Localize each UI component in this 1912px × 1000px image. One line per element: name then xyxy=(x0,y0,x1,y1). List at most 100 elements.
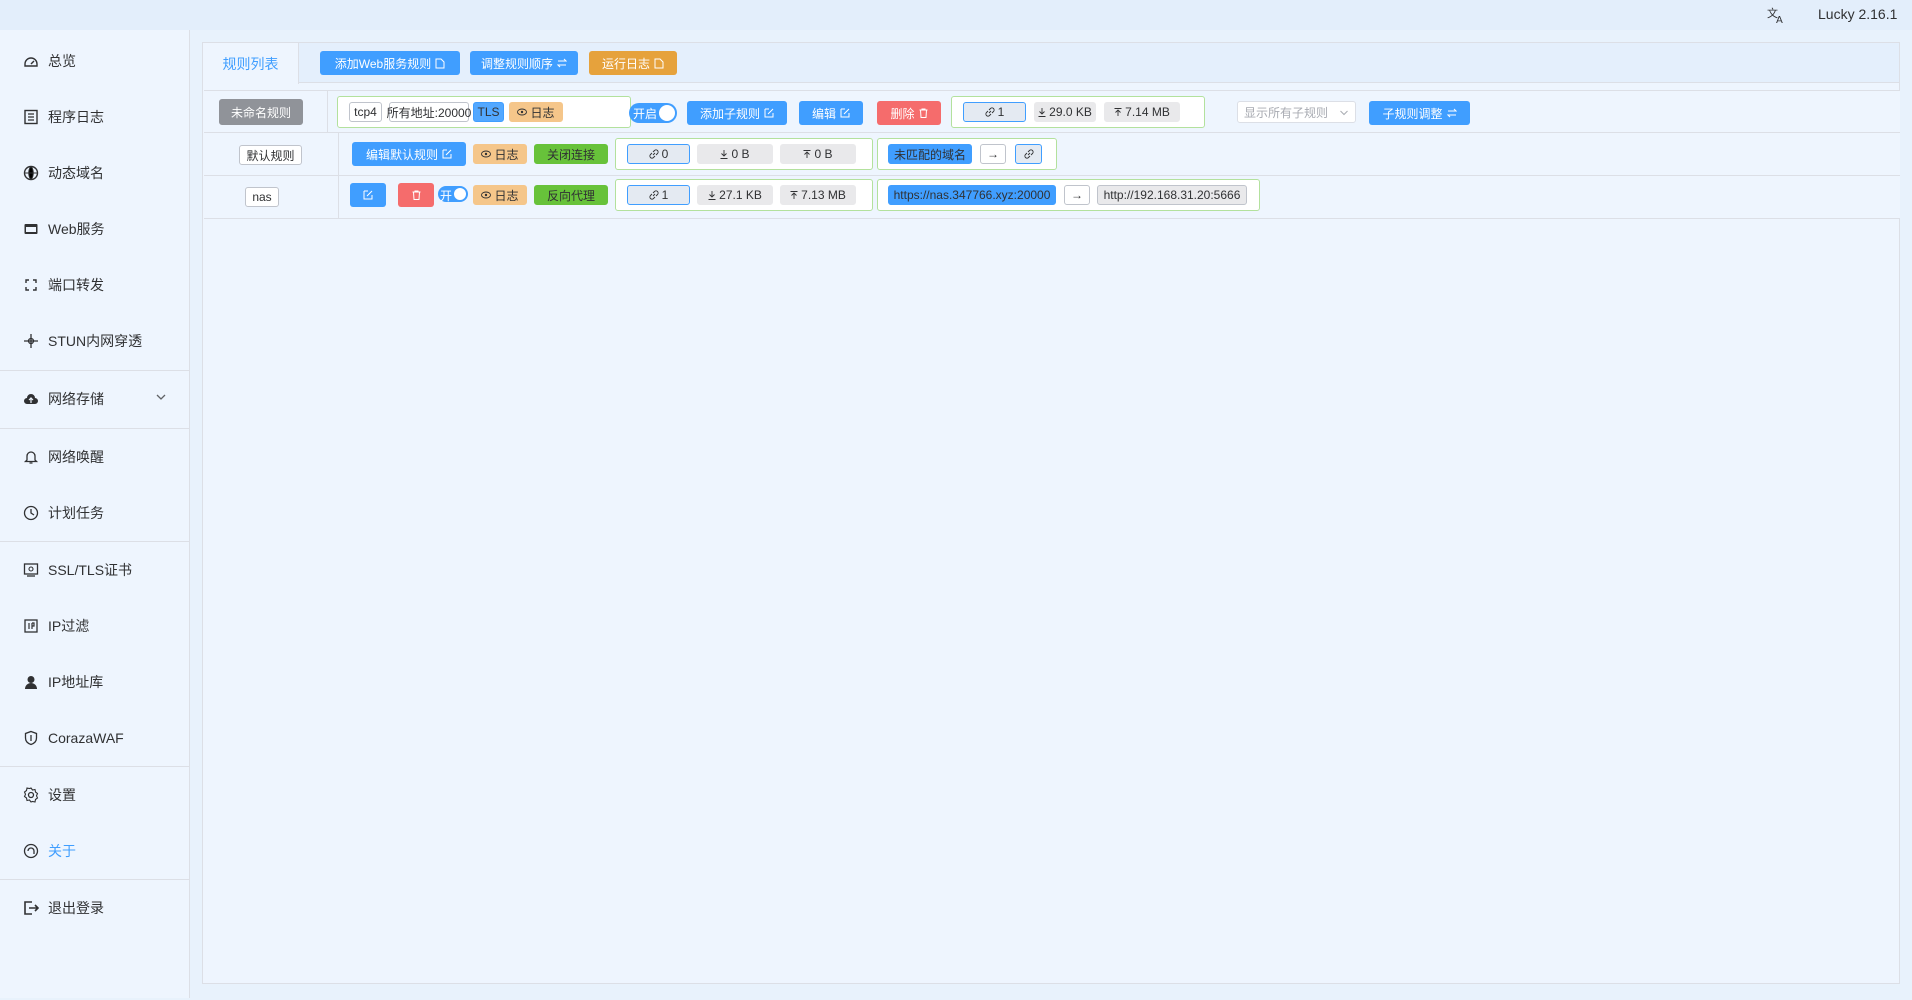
sidebar-item-stun[interactable]: STUN内网穿透 xyxy=(0,313,189,369)
log-tag[interactable]: 日志 xyxy=(509,102,563,122)
sidebar-item-label: CorazaWAF xyxy=(48,730,124,746)
sidebar-item-ip-filter[interactable]: IP过滤 xyxy=(0,598,189,654)
download-icon xyxy=(708,190,716,200)
sidebar-item-label: 总览 xyxy=(48,53,76,69)
unmatched-domain-tag: 未匹配的域名 xyxy=(888,144,972,164)
sidebar-item-label: 退出登录 xyxy=(48,900,104,916)
svg-text:A: A xyxy=(1776,15,1783,25)
download-traffic: 27.1 KB xyxy=(697,185,773,205)
sidebar: 总览 程序日志 动态域名 Web服务 端口转发 STUN内网穿透 网络存储 网络… xyxy=(0,30,190,998)
edit-rule-button[interactable]: 编辑 xyxy=(799,101,863,125)
sub-rule-adjust-button[interactable]: 子规则调整 xyxy=(1369,101,1470,125)
web-service-icon xyxy=(22,220,40,238)
sidebar-item-about[interactable]: 关于 xyxy=(0,823,189,879)
app-version: Lucky 2.16.1 xyxy=(1818,6,1898,22)
link-icon xyxy=(649,149,659,159)
sidebar-item-label: IP地址库 xyxy=(48,674,104,690)
sidebar-item-port-forward[interactable]: 端口转发 xyxy=(0,257,189,313)
eye-icon xyxy=(481,150,492,158)
sidebar-item-logout[interactable]: 退出登录 xyxy=(0,880,189,936)
link-icon[interactable] xyxy=(1015,144,1042,164)
sidebar-item-label: Web服务 xyxy=(48,221,105,237)
swap-icon xyxy=(1446,108,1457,118)
connection-count: 0 xyxy=(627,144,690,164)
main-panel: 规则列表 添加Web服务规则 调整规则顺序 运行日志 未命名规则 tcp4 所有… xyxy=(202,42,1900,984)
sub-rule-stats-group: 1 27.1 KB 7.13 MB xyxy=(615,179,873,211)
sidebar-item-scheduled-tasks[interactable]: 计划任务 xyxy=(0,485,189,541)
ip-filter-icon xyxy=(22,617,40,635)
upload-icon xyxy=(803,149,811,158)
sub-rule-filter-select[interactable]: 显示所有子规则 xyxy=(1237,101,1356,123)
sidebar-item-ip-database[interactable]: IP地址库 xyxy=(0,654,189,710)
sidebar-item-ddns[interactable]: 动态域名 xyxy=(0,145,189,201)
log-tag[interactable]: 日志 xyxy=(473,185,527,205)
download-icon xyxy=(720,149,728,159)
upload-icon xyxy=(790,190,798,199)
edit-sub-rule-button[interactable] xyxy=(350,183,386,207)
stun-icon xyxy=(22,332,40,350)
rule-stats-group: 1 29.0 KB 7.14 MB xyxy=(951,96,1205,128)
rule-row: 未命名规则 tcp4 所有地址:20000 TLS 日志 开启 添加子规则 编辑… xyxy=(204,90,1900,133)
default-stats-group: 0 0 B 0 B xyxy=(615,138,873,170)
sidebar-item-coraza-waf[interactable]: CorazaWAF xyxy=(0,710,189,766)
rule-name[interactable]: 未命名规则 xyxy=(219,99,303,125)
sidebar-item-network-storage[interactable]: 网络存储 xyxy=(0,371,189,427)
trash-icon xyxy=(919,108,927,118)
tab-bar: 规则列表 添加Web服务规则 调整规则顺序 运行日志 xyxy=(203,43,1899,84)
sidebar-item-settings[interactable]: 设置 xyxy=(0,767,189,823)
sidebar-item-program-log[interactable]: 程序日志 xyxy=(0,89,189,145)
document-icon xyxy=(435,58,445,68)
cloud-storage-icon xyxy=(22,390,40,408)
dns-icon xyxy=(22,164,40,182)
rule-enable-switch[interactable]: 开启 xyxy=(629,103,677,123)
delete-rule-button[interactable]: 删除 xyxy=(877,101,941,125)
delete-sub-rule-button[interactable] xyxy=(398,183,434,207)
close-connection-tag: 关闭连接 xyxy=(534,144,608,164)
ip-database-icon xyxy=(22,673,40,691)
protocol-tag: tcp4 xyxy=(349,102,382,122)
add-web-rule-button[interactable]: 添加Web服务规则 xyxy=(320,51,460,75)
sidebar-item-label: 计划任务 xyxy=(48,505,104,521)
chevron-down-icon xyxy=(1340,110,1348,116)
reverse-proxy-tag: 反向代理 xyxy=(534,185,608,205)
about-icon xyxy=(22,842,40,860)
sidebar-item-label: 端口转发 xyxy=(48,277,104,293)
sub-rule-enable-switch[interactable]: 开 xyxy=(438,186,468,203)
bell-icon xyxy=(22,448,40,466)
tls-tag: TLS xyxy=(473,102,504,122)
edit-default-rule-button[interactable]: 编辑默认规则 xyxy=(352,142,466,166)
reorder-rules-button[interactable]: 调整规则顺序 xyxy=(470,51,578,75)
sidebar-item-label: 网络存储 xyxy=(48,391,104,407)
log-tag[interactable]: 日志 xyxy=(473,144,527,164)
add-sub-rule-button[interactable]: 添加子规则 xyxy=(687,101,787,125)
sidebar-item-web-service[interactable]: Web服务 xyxy=(0,201,189,257)
sidebar-item-label: 设置 xyxy=(48,787,76,803)
sidebar-item-label: 动态域名 xyxy=(48,165,104,181)
translate-icon[interactable]: 文 A xyxy=(1766,5,1786,25)
edit-icon xyxy=(363,190,373,200)
eye-icon xyxy=(481,191,492,199)
edit-icon xyxy=(442,149,452,159)
default-rule-row: 默认规则 编辑默认规则 日志 关闭连接 0 0 B 0 B 未匹配的域名 → xyxy=(204,133,1900,176)
arrow-right-icon: → xyxy=(1064,185,1090,205)
sidebar-item-ssl-certs[interactable]: SSL/TLS证书 xyxy=(0,542,189,598)
sidebar-item-label: 程序日志 xyxy=(48,109,104,125)
sidebar-item-wake-on-lan[interactable]: 网络唤醒 xyxy=(0,429,189,485)
sub-rule-row: nas 开 日志 反向代理 1 27.1 KB 7.13 MB https://… xyxy=(204,176,1900,219)
sub-rule-name: nas xyxy=(245,187,279,207)
sidebar-item-overview[interactable]: 总览 xyxy=(0,33,189,89)
unmatched-domain-group: 未匹配的域名 → xyxy=(877,138,1057,170)
target-url-tag[interactable]: http://192.168.31.20:5666 xyxy=(1097,185,1247,205)
chevron-down-icon[interactable] xyxy=(155,391,167,403)
source-url-tag[interactable]: https://nas.347766.xyz:20000 xyxy=(888,185,1056,205)
tab-rule-list[interactable]: 规则列表 xyxy=(203,43,299,84)
rule-info-group: tcp4 所有地址:20000 TLS 日志 xyxy=(337,96,631,128)
logout-icon xyxy=(22,899,40,917)
sidebar-item-label: IP过滤 xyxy=(48,618,90,634)
top-bar: 文 A Lucky 2.16.1 xyxy=(0,0,1912,30)
clock-icon xyxy=(22,504,40,522)
sidebar-item-label: 网络唤醒 xyxy=(48,449,104,465)
link-icon xyxy=(985,107,995,117)
run-log-button[interactable]: 运行日志 xyxy=(589,51,677,75)
sidebar-item-label: SSL/TLS证书 xyxy=(48,562,133,578)
